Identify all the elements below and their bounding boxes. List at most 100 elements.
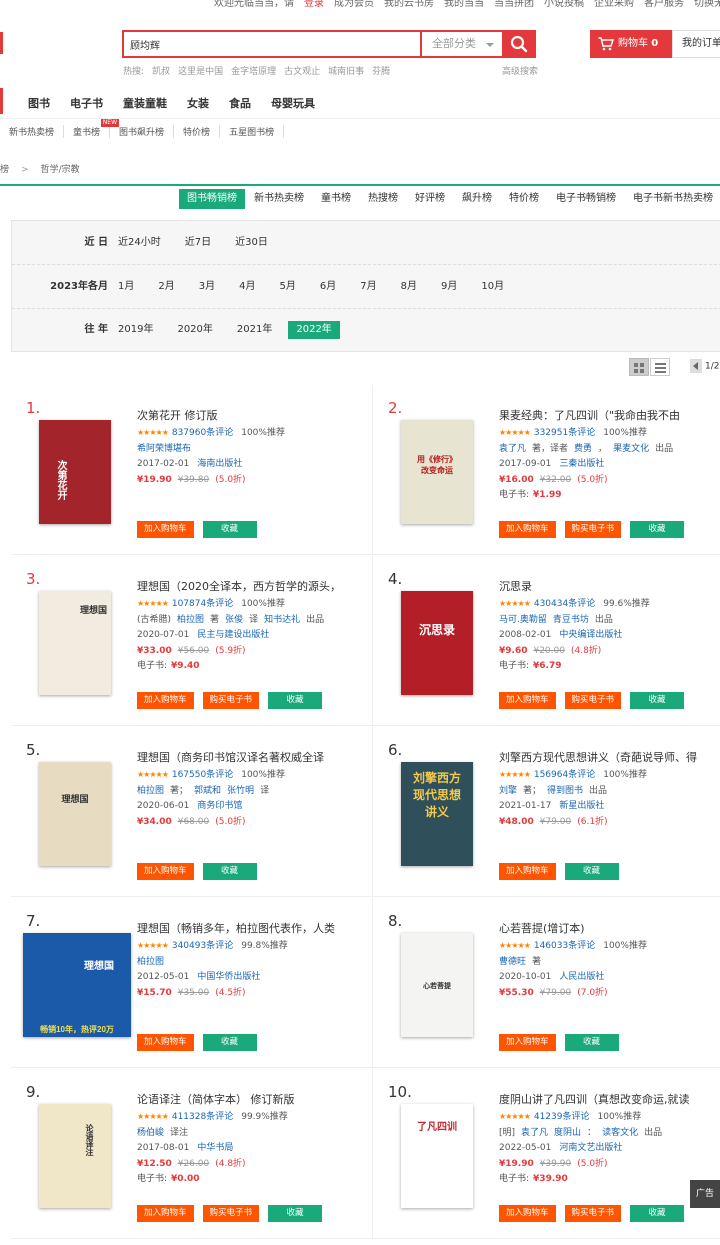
- filter-option[interactable]: 6月: [320, 265, 336, 308]
- publisher-link[interactable]: 中国华侨出版社: [197, 972, 260, 982]
- review-count-link[interactable]: 332951条评论: [534, 428, 595, 438]
- filter-option[interactable]: 1月: [118, 265, 134, 308]
- buy-ebook-button[interactable]: 购买电子书: [202, 692, 260, 709]
- book-cover[interactable]: 论语译注: [39, 1104, 111, 1208]
- advanced-search-link[interactable]: 高级搜索: [502, 64, 538, 77]
- favorite-button[interactable]: 收藏: [202, 521, 257, 538]
- book-title[interactable]: 理想国（2020全译本，西方哲学的源头，: [137, 578, 373, 596]
- topbar-link[interactable]: 当当拼团: [494, 0, 534, 8]
- author-link[interactable]: 张俊: [225, 615, 243, 625]
- author-link[interactable]: 袁了凡: [521, 1128, 548, 1138]
- book-title[interactable]: 心若菩提(增订本): [499, 920, 720, 938]
- review-count-link[interactable]: 41239条评论: [534, 1112, 590, 1122]
- author-link[interactable]: 曹德旺: [499, 957, 526, 967]
- favorite-button[interactable]: 收藏: [564, 863, 619, 880]
- book-cover[interactable]: 心若菩提: [401, 933, 473, 1037]
- add-to-cart-button[interactable]: 加入购物车: [499, 692, 556, 709]
- filter-option[interactable]: 2021年: [237, 308, 272, 351]
- topbar-link[interactable]: 我的当当: [444, 0, 484, 8]
- hot-word-link[interactable]: 凯叔: [152, 67, 170, 77]
- book-cover[interactable]: 用《修行》改变命运: [401, 420, 473, 524]
- favorite-button[interactable]: 收藏: [268, 692, 323, 709]
- favorite-button[interactable]: 收藏: [630, 521, 685, 538]
- breadcrumb-root[interactable]: 榜: [0, 165, 9, 175]
- favorite-button[interactable]: 收藏: [564, 1034, 619, 1051]
- book-title[interactable]: 论语译注（简体字本） 修订新版: [137, 1091, 373, 1109]
- publisher-link[interactable]: 民主与建设出版社: [197, 630, 269, 640]
- list-view-toggle[interactable]: [650, 358, 670, 376]
- author-link[interactable]: 柏拉图: [137, 957, 164, 967]
- review-count-link[interactable]: 156964条评论: [534, 770, 595, 780]
- my-orders-button[interactable]: 我的订单: [672, 30, 720, 58]
- author-link[interactable]: 马可.奥勒留: [499, 615, 547, 625]
- publisher-link[interactable]: 新星出版社: [559, 801, 604, 811]
- filter-option[interactable]: 近7日: [185, 221, 211, 264]
- filter-option[interactable]: 5月: [280, 265, 296, 308]
- add-to-cart-button[interactable]: 加入购物车: [137, 1034, 194, 1051]
- nav-item[interactable]: 电子书: [70, 97, 103, 110]
- publisher-link[interactable]: 三秦出版社: [559, 459, 604, 469]
- tab-item[interactable]: 飙升榜: [454, 189, 500, 209]
- publisher-link[interactable]: 中央编译出版社: [559, 630, 622, 640]
- author-link[interactable]: 果麦文化: [613, 444, 649, 454]
- prev-page-button[interactable]: [690, 359, 702, 373]
- favorite-button[interactable]: 收藏: [202, 1034, 257, 1051]
- publisher-link[interactable]: 人民出版社: [559, 972, 604, 982]
- author-link[interactable]: 杨伯峻: [137, 1128, 164, 1138]
- grid-view-toggle[interactable]: [629, 358, 649, 376]
- tab-item[interactable]: 特价榜: [501, 189, 547, 209]
- publisher-link[interactable]: 河南文艺出版社: [559, 1143, 622, 1153]
- topbar-link[interactable]: 切换无障碍: [694, 0, 720, 8]
- nav-item[interactable]: 母婴玩具: [271, 97, 315, 110]
- buy-ebook-button[interactable]: 购买电子书: [564, 1205, 622, 1222]
- tab-active[interactable]: 图书畅销榜: [179, 189, 245, 209]
- book-cover[interactable]: 理想国: [39, 762, 111, 866]
- author-link[interactable]: 张竹明: [227, 786, 254, 796]
- book-cover[interactable]: 理想国: [39, 591, 111, 695]
- review-count-link[interactable]: 146033条评论: [534, 941, 595, 951]
- cart-button[interactable]: 购物车 0: [590, 30, 672, 58]
- nav-item[interactable]: 童装童鞋: [123, 97, 167, 110]
- author-link[interactable]: 柏拉图: [137, 786, 164, 796]
- author-link[interactable]: 读客文化: [602, 1128, 638, 1138]
- book-title[interactable]: 次第花开 修订版: [137, 407, 373, 425]
- tab-item[interactable]: 童书榜: [313, 189, 359, 209]
- nav-item[interactable]: 图书: [28, 97, 50, 110]
- login-link[interactable]: 登录: [304, 0, 324, 8]
- author-link[interactable]: 刘擎: [499, 786, 517, 796]
- book-title[interactable]: 果麦经典：了凡四训（"我命由我不由: [499, 407, 720, 425]
- filter-option[interactable]: 9月: [441, 265, 457, 308]
- nav-item[interactable]: 食品: [229, 97, 251, 110]
- book-cover[interactable]: 了凡四训: [401, 1104, 473, 1208]
- filter-option[interactable]: 4月: [239, 265, 255, 308]
- nav-item[interactable]: 女装: [187, 97, 209, 110]
- search-button[interactable]: [502, 30, 536, 58]
- topbar-link[interactable]: 小说投稿: [544, 0, 584, 8]
- filter-option[interactable]: 2020年: [177, 308, 212, 351]
- subnav-item[interactable]: 童书榜 NEW: [64, 119, 120, 138]
- book-title[interactable]: 理想国（畅销多年，柏拉图代表作，人类: [137, 920, 373, 938]
- favorite-button[interactable]: 收藏: [202, 863, 257, 880]
- filter-option[interactable]: 2022年: [288, 321, 340, 339]
- review-count-link[interactable]: 837960条评论: [172, 428, 233, 438]
- review-count-link[interactable]: 340493条评论: [172, 941, 233, 951]
- favorite-button[interactable]: 收藏: [268, 1205, 323, 1222]
- book-cover[interactable]: 次第花开: [39, 420, 111, 524]
- join-link[interactable]: 成为会员: [334, 0, 374, 8]
- filter-option[interactable]: 3月: [199, 265, 215, 308]
- review-count-link[interactable]: 411328条评论: [172, 1112, 233, 1122]
- review-count-link[interactable]: 167550条评论: [172, 770, 233, 780]
- add-to-cart-button[interactable]: 加入购物车: [499, 1034, 556, 1051]
- tab-item[interactable]: 热搜榜: [360, 189, 406, 209]
- tab-item[interactable]: 电子书新书热卖榜: [625, 189, 720, 209]
- add-to-cart-button[interactable]: 加入购物车: [499, 521, 556, 538]
- hot-word-link[interactable]: 这里是中国: [178, 67, 223, 77]
- subnav-item[interactable]: 特价榜: [174, 125, 221, 138]
- add-to-cart-button[interactable]: 加入购物车: [137, 521, 194, 538]
- topbar-link[interactable]: 客户服务: [644, 0, 684, 8]
- tab-item[interactable]: 新书热卖榜: [246, 189, 312, 209]
- topbar-link[interactable]: 我的云书房: [384, 0, 434, 8]
- book-cover[interactable]: 理想国 畅销10年，热评20万: [23, 933, 131, 1037]
- filter-option[interactable]: 10月: [481, 265, 504, 308]
- publisher-link[interactable]: 中华书局: [197, 1143, 233, 1153]
